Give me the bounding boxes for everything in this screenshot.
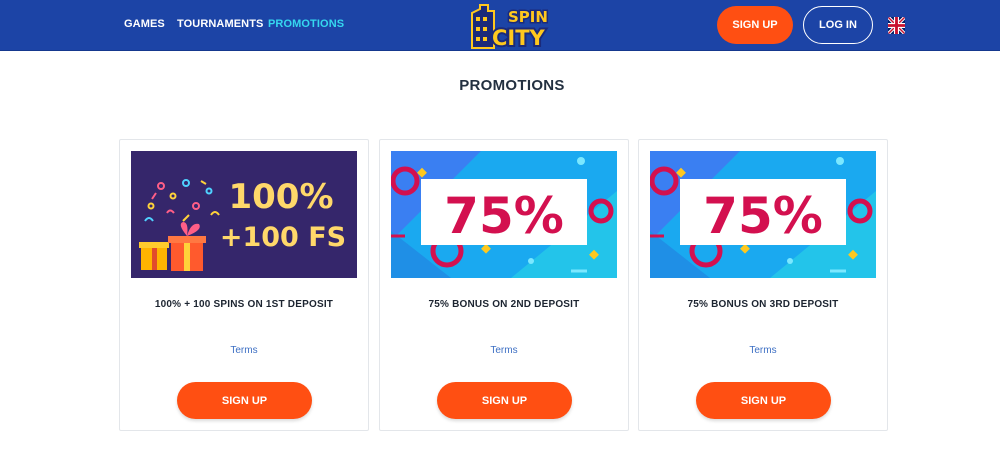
logo-spin: SPIN bbox=[508, 8, 548, 26]
promo-3-signup-button[interactable]: SIGN UP bbox=[696, 382, 831, 419]
promo-card-2: 75% 75% BONUS ON 2ND DEPOSIT Terms SIGN … bbox=[379, 139, 629, 431]
top-header: GAMES TOURNAMENTS PROMOTIONS SPIN SPIN C… bbox=[0, 0, 1000, 52]
logo-mark: SPIN SPIN CITY CITY bbox=[471, 4, 549, 52]
promo-3-banner-pct: 75% bbox=[703, 187, 823, 245]
logo-city: CITY bbox=[492, 26, 546, 50]
promo-card-1: 100% +100 FS 100% + 100 SPINS ON 1ST DEP… bbox=[119, 139, 369, 431]
page-title: PROMOTIONS bbox=[459, 77, 565, 94]
promo-3-title: 75% BONUS ON 3RD DEPOSIT bbox=[687, 299, 839, 310]
promo-1-banner-pct: 100% bbox=[228, 177, 333, 217]
promo-3-terms-link[interactable]: Terms bbox=[639, 345, 887, 356]
promo-2-title: 75% BONUS ON 2ND DEPOSIT bbox=[428, 299, 580, 310]
promo-card-3: 75% 75% BONUS ON 3RD DEPOSIT Terms SIGN … bbox=[638, 139, 888, 431]
promo-1-title: 100% + 100 SPINS ON 1ST DEPOSIT bbox=[154, 299, 334, 310]
header-login-button[interactable]: LOG IN bbox=[803, 6, 873, 44]
promo-1-terms-link[interactable]: Terms bbox=[120, 345, 368, 356]
nav-tournaments[interactable]: TOURNAMENTS bbox=[177, 18, 263, 30]
promo-1-banner-fs: +100 FS bbox=[220, 222, 346, 253]
nav-promotions[interactable]: PROMOTIONS bbox=[268, 18, 344, 30]
header-signup-button[interactable]: SIGN UP bbox=[717, 6, 793, 44]
spin-city-logo[interactable]: SPIN SPIN CITY CITY bbox=[470, 1, 552, 52]
promo-2-signup-button[interactable]: SIGN UP bbox=[437, 382, 572, 419]
promo-banner-2[interactable]: 75% bbox=[391, 151, 617, 278]
promo-banner-1[interactable]: 100% +100 FS bbox=[131, 151, 357, 278]
promo-banner-3[interactable]: 75% bbox=[650, 151, 876, 278]
promo-1-signup-button[interactable]: SIGN UP bbox=[177, 382, 312, 419]
promo-2-terms-link[interactable]: Terms bbox=[380, 345, 628, 356]
nav-games[interactable]: GAMES bbox=[124, 18, 165, 30]
uk-flag-icon[interactable] bbox=[888, 17, 905, 34]
promo-2-banner-pct: 75% bbox=[444, 187, 564, 245]
